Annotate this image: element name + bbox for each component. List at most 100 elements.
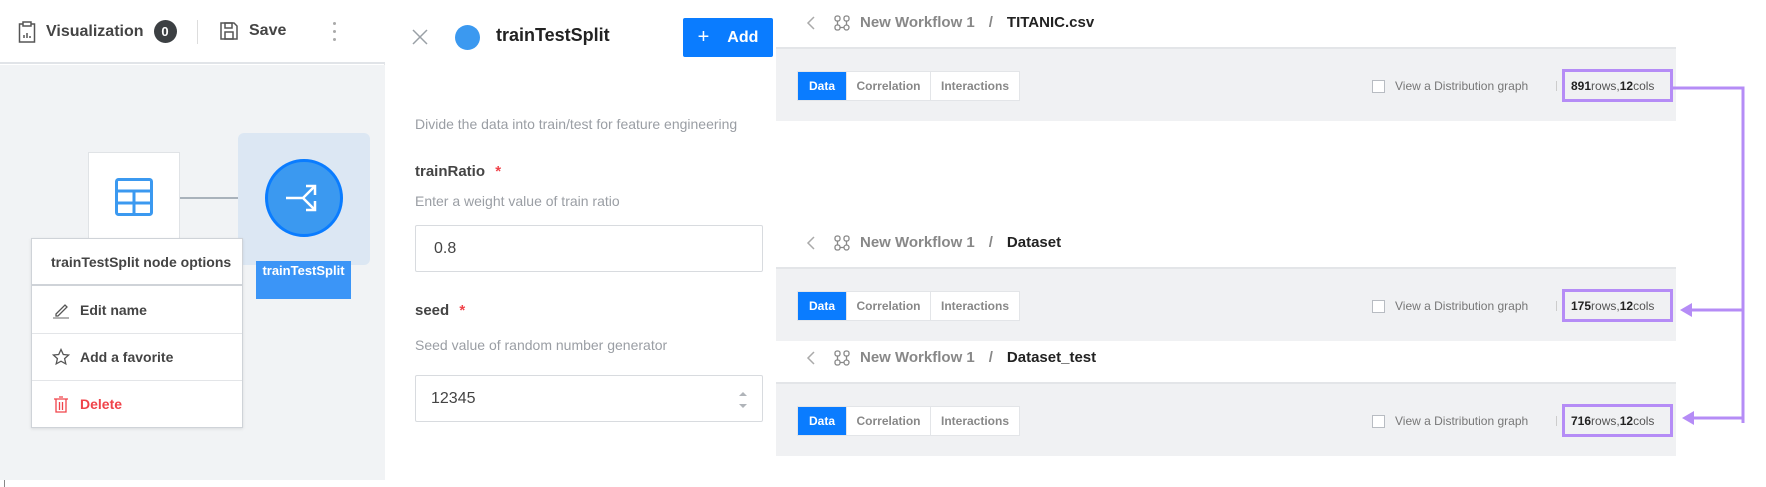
star-icon	[52, 348, 70, 366]
dataset-node[interactable]	[88, 152, 180, 242]
tab-correlation[interactable]: Correlation	[847, 292, 931, 320]
tab-interactions[interactable]: Interactions	[931, 292, 1019, 320]
row-count: 716	[1571, 413, 1592, 428]
view-tabs: Data Correlation Interactions	[797, 71, 1020, 101]
row-col-count: 175 rows, 12 cols	[1562, 289, 1673, 322]
number-stepper-icon[interactable]	[738, 390, 748, 410]
required-marker: *	[495, 163, 502, 180]
row-count: 891	[1571, 78, 1592, 93]
required-marker: *	[459, 302, 466, 319]
add-button[interactable]: + Add	[683, 18, 773, 57]
row-col-count: 716 rows, 12 cols	[1562, 404, 1673, 437]
tab-interactions[interactable]: Interactions	[931, 407, 1019, 435]
dataset-panel: New Workflow 1 / Dataset_test Data Corre…	[776, 335, 1676, 456]
dataset-toolbar: Data Correlation Interactions View a Dis…	[776, 382, 1676, 456]
view-tabs: Data Correlation Interactions	[797, 291, 1020, 321]
distribution-checkbox[interactable]	[1372, 79, 1385, 93]
view-tabs: Data Correlation Interactions	[797, 406, 1020, 436]
distribution-checkbox[interactable]	[1372, 299, 1385, 313]
divider	[197, 20, 198, 44]
divider	[1556, 301, 1557, 311]
edit-name-label: Edit name	[80, 301, 147, 318]
close-icon[interactable]	[412, 29, 428, 45]
seed-hint: Seed value of random number generator	[415, 337, 668, 353]
train-ratio-input[interactable]: 0.8	[415, 225, 763, 272]
panel-description: Divide the data into train/test for feat…	[415, 116, 738, 132]
node-properties-panel: trainTestSplit + Add Divide the data into…	[386, 0, 776, 480]
breadcrumb-separator: /	[988, 14, 993, 31]
cursor-mark	[4, 480, 5, 487]
add-favorite-menu-item[interactable]: Add a favorite	[32, 333, 242, 380]
distribution-toggle[interactable]: View a Distribution graph	[1372, 414, 1528, 428]
dataset-panel: New Workflow 1 / TITANIC.csv Data Correl…	[776, 0, 1676, 121]
back-chevron-icon[interactable]	[806, 350, 816, 366]
workflow-editor: Visualization 0 Save trainTestSplit trai…	[0, 0, 385, 480]
distribution-label: View a Distribution graph	[1395, 299, 1529, 313]
distribution-toggle[interactable]: View a Distribution graph	[1372, 79, 1528, 93]
edit-name-menu-item[interactable]: Edit name	[32, 286, 242, 333]
workflow-icon	[834, 349, 850, 366]
node-color-dot	[455, 25, 480, 50]
seed-input[interactable]: 12345	[415, 375, 763, 422]
delete-menu-item[interactable]: Delete	[32, 380, 242, 427]
clipboard-chart-icon	[18, 20, 36, 43]
save-label: Save	[249, 22, 287, 39]
breadcrumb-workflow[interactable]: New Workflow 1	[860, 234, 975, 251]
row-col-count: 891 rows, 12 cols	[1562, 69, 1673, 102]
train-test-split-node[interactable]	[265, 159, 343, 237]
toolbar: Visualization 0 Save	[0, 0, 385, 64]
visualization-count-badge: 0	[153, 20, 177, 43]
panel-title: trainTestSplit	[496, 25, 610, 45]
seed-value: 12345	[431, 389, 476, 407]
col-count: 12	[1619, 298, 1634, 313]
node-label[interactable]: trainTestSplit	[256, 261, 351, 299]
save-icon	[220, 22, 238, 40]
dataset-panel: New Workflow 1 / Dataset Data Correlatio…	[776, 220, 1676, 341]
col-count: 12	[1619, 413, 1634, 428]
breadcrumb-workflow[interactable]: New Workflow 1	[860, 349, 975, 366]
context-menu-title: trainTestSplit node options	[32, 239, 242, 286]
trash-icon	[54, 396, 68, 413]
row-count: 175	[1571, 298, 1592, 313]
breadcrumb: New Workflow 1 / TITANIC.csv	[806, 14, 1094, 31]
visualization-button[interactable]: Visualization 0	[18, 20, 177, 43]
divider	[1556, 416, 1557, 426]
breadcrumb-dataset: TITANIC.csv	[1006, 14, 1095, 31]
breadcrumb: New Workflow 1 / Dataset	[806, 234, 1061, 251]
pencil-icon	[53, 303, 69, 319]
add-label: Add	[727, 28, 759, 46]
annotation-arrows	[1673, 86, 1745, 425]
tab-data[interactable]: Data	[798, 292, 847, 320]
tab-correlation[interactable]: Correlation	[847, 407, 931, 435]
divider	[1556, 81, 1557, 91]
back-chevron-icon[interactable]	[806, 235, 816, 251]
col-count: 12	[1619, 78, 1634, 93]
tab-correlation[interactable]: Correlation	[847, 72, 931, 100]
distribution-toggle[interactable]: View a Distribution graph	[1372, 299, 1528, 313]
table-icon	[115, 178, 153, 216]
delete-label: Delete	[80, 396, 123, 412]
distribution-label: View a Distribution graph	[1395, 79, 1529, 93]
node-context-menu: trainTestSplit node options Edit name Ad…	[31, 238, 243, 428]
breadcrumb-separator: /	[988, 349, 993, 366]
tab-interactions[interactable]: Interactions	[931, 72, 1019, 100]
breadcrumb: New Workflow 1 / Dataset_test	[806, 349, 1096, 366]
breadcrumb-workflow[interactable]: New Workflow 1	[860, 14, 975, 31]
tab-data[interactable]: Data	[798, 407, 847, 435]
seed-label: seed *	[415, 302, 466, 319]
train-ratio-hint: Enter a weight value of train ratio	[415, 193, 620, 209]
back-chevron-icon[interactable]	[806, 15, 816, 31]
dataset-toolbar: Data Correlation Interactions View a Dis…	[776, 47, 1676, 121]
breadcrumb-dataset: Dataset	[1006, 234, 1062, 251]
distribution-checkbox[interactable]	[1372, 414, 1385, 428]
tab-data[interactable]: Data	[798, 72, 847, 100]
visualization-label: Visualization	[46, 22, 144, 40]
split-icon	[286, 184, 317, 212]
breadcrumb-separator: /	[988, 234, 993, 251]
workflow-icon	[834, 234, 850, 251]
save-button[interactable]: Save	[219, 21, 286, 41]
distribution-label: View a Distribution graph	[1395, 414, 1529, 428]
more-options-icon[interactable]	[333, 22, 337, 41]
train-ratio-label: trainRatio *	[415, 163, 502, 180]
workflow-icon	[834, 14, 850, 31]
